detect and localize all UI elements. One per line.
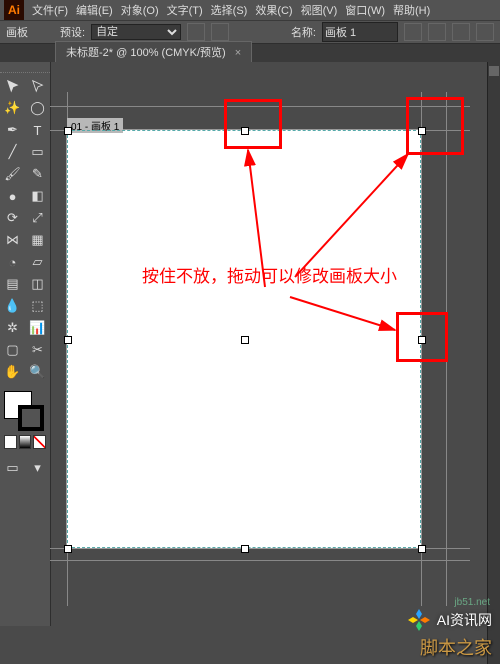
direct-selection-tool[interactable]: [25, 75, 50, 97]
color-mode-icon[interactable]: [4, 435, 17, 449]
screen-mode-icon[interactable]: ▭: [0, 457, 25, 479]
orient-landscape-icon[interactable]: [211, 23, 229, 41]
opt-icon-2[interactable]: [428, 23, 446, 41]
handle-mr[interactable]: [418, 336, 426, 344]
watermark-jiaoben: 脚本之家: [420, 634, 492, 660]
symbol-sprayer-tool[interactable]: ✲: [0, 317, 25, 339]
line-tool[interactable]: ╱: [0, 141, 25, 163]
slice-tool[interactable]: ✂: [25, 339, 50, 361]
lasso-tool[interactable]: ◯: [25, 97, 50, 119]
menu-type[interactable]: 文字(T): [167, 2, 203, 18]
menu-select[interactable]: 选择(S): [211, 2, 248, 18]
workspace: ✨◯ ✒T ╱▭ 🖌✎ ●◧ ⟳⤢ ⋈▦ ◔▱ ▤◫ 💧⬚ ✲📊 ▢✂ ✋🔍 ▭…: [0, 62, 500, 664]
app-logo: Ai: [4, 0, 24, 20]
toolbox: ✨◯ ✒T ╱▭ 🖌✎ ●◧ ⟳⤢ ⋈▦ ◔▱ ▤◫ 💧⬚ ✲📊 ▢✂ ✋🔍 ▭…: [0, 62, 51, 626]
opt-icon-1[interactable]: [404, 23, 422, 41]
change-screen-icon[interactable]: ▾: [25, 457, 50, 479]
orient-portrait-icon[interactable]: [187, 23, 205, 41]
menu-view[interactable]: 视图(V): [301, 2, 338, 18]
watermark-jb51: jb51.net: [454, 597, 490, 608]
eyedropper-tool[interactable]: 💧: [0, 295, 25, 317]
handle-tr[interactable]: [418, 127, 426, 135]
panel-toggle-icon[interactable]: [489, 66, 499, 76]
document-tab[interactable]: 未标题-2* @ 100% (CMYK/预览) ×: [55, 41, 252, 62]
pencil-tool[interactable]: ✎: [25, 163, 50, 185]
type-tool[interactable]: T: [25, 119, 50, 141]
mesh-tool[interactable]: ▤: [0, 273, 25, 295]
width-tool[interactable]: ⋈: [0, 229, 25, 251]
tab-title: 未标题-2* @ 100% (CMYK/预览): [66, 47, 226, 59]
free-transform-tool[interactable]: ▦: [25, 229, 50, 251]
canvas[interactable]: 01 - 画板 1 按住不放，拖动可以修改画板大小: [50, 62, 500, 664]
menu-edit[interactable]: 编辑(E): [76, 2, 113, 18]
watermark-ai-text: AI资讯网: [437, 610, 492, 630]
brush-tool[interactable]: 🖌: [0, 163, 25, 185]
menubar: Ai 文件(F) 编辑(E) 对象(O) 文字(T) 选择(S) 效果(C) 视…: [0, 0, 500, 20]
selection-tool[interactable]: [0, 75, 25, 97]
shape-builder-tool[interactable]: ◔: [0, 251, 25, 273]
menu-effect[interactable]: 效果(C): [255, 2, 292, 18]
graph-tool[interactable]: 📊: [25, 317, 50, 339]
scale-tool[interactable]: ⤢: [25, 207, 50, 229]
blend-tool[interactable]: ⬚: [25, 295, 50, 317]
magic-wand-tool[interactable]: ✨: [0, 97, 25, 119]
menu-file[interactable]: 文件(F): [32, 2, 68, 18]
preset-select[interactable]: 自定: [91, 24, 181, 40]
watermark-ai: AI资讯网: [407, 608, 492, 632]
handle-center[interactable]: [241, 336, 249, 344]
stroke-swatch[interactable]: [18, 405, 44, 431]
menu-window[interactable]: 窗口(W): [345, 2, 385, 18]
zoom-tool[interactable]: 🔍: [25, 361, 50, 383]
opt-icon-3[interactable]: [452, 23, 470, 41]
opt-icon-4[interactable]: [476, 23, 494, 41]
color-swatches[interactable]: [0, 389, 50, 433]
toolbox-grip[interactable]: [0, 66, 50, 73]
name-label: 名称:: [291, 24, 316, 40]
perspective-tool[interactable]: ▱: [25, 251, 50, 273]
handle-tc[interactable]: [241, 127, 249, 135]
artboard-name-input[interactable]: [322, 22, 398, 42]
handle-bc[interactable]: [241, 545, 249, 553]
right-panel-strip[interactable]: [487, 62, 500, 664]
watermark-logo-icon: [407, 608, 431, 632]
preset-label: 预设:: [60, 24, 85, 40]
handle-ml[interactable]: [64, 336, 72, 344]
document-tabbar: 未标题-2* @ 100% (CMYK/预览) ×: [0, 44, 500, 62]
artboard-tool[interactable]: ▢: [0, 339, 25, 361]
rectangle-tool[interactable]: ▭: [25, 141, 50, 163]
eraser-tool[interactable]: ◧: [25, 185, 50, 207]
gradient-mode-icon[interactable]: [19, 435, 32, 449]
blob-brush-tool[interactable]: ●: [0, 185, 25, 207]
rotate-tool[interactable]: ⟳: [0, 207, 25, 229]
handle-br[interactable]: [418, 545, 426, 553]
pen-tool[interactable]: ✒: [0, 119, 25, 141]
handle-bl[interactable]: [64, 545, 72, 553]
handle-tl[interactable]: [64, 127, 72, 135]
close-icon[interactable]: ×: [235, 47, 241, 59]
optbar-title: 画板: [6, 24, 28, 40]
menu-object[interactable]: 对象(O): [121, 2, 159, 18]
menu-help[interactable]: 帮助(H): [393, 2, 430, 18]
none-mode-icon[interactable]: [33, 435, 46, 449]
hand-tool[interactable]: ✋: [0, 361, 25, 383]
gradient-tool[interactable]: ◫: [25, 273, 50, 295]
